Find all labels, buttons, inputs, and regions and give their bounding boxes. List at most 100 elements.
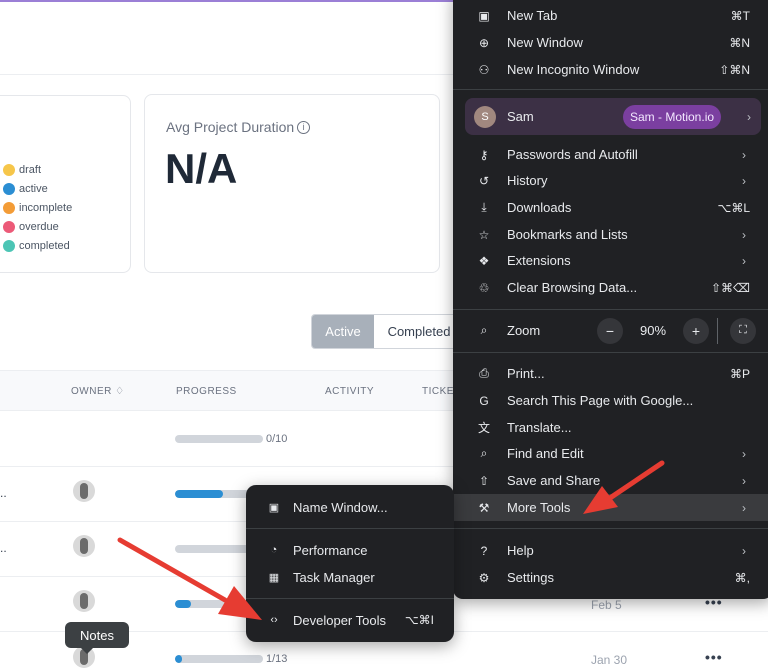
menu-item-search-google[interactable]: G Search This Page with Google... bbox=[453, 387, 768, 414]
zoom-divider bbox=[717, 317, 718, 344]
menu-item-label: Clear Browsing Data... bbox=[507, 280, 638, 295]
menu-item-label: Zoom bbox=[507, 323, 541, 338]
legend-dot-active bbox=[3, 182, 15, 195]
chevron-right-icon: › bbox=[747, 109, 751, 124]
chevron-right-icon: › bbox=[742, 173, 746, 188]
google-icon: G bbox=[479, 393, 489, 408]
chevron-right-icon: › bbox=[742, 446, 746, 461]
star-icon: ☆ bbox=[478, 227, 490, 242]
menu-item-find-edit[interactable]: ⌕ Find and Edit › bbox=[453, 440, 768, 467]
puzzle-icon: ❖ bbox=[478, 253, 490, 268]
menu-item-label: New Incognito Window bbox=[507, 62, 640, 77]
avg-duration-title: Avg Project Duration i bbox=[166, 119, 311, 135]
legend-item-active: active bbox=[3, 179, 72, 198]
progress-fill bbox=[175, 600, 191, 608]
submenu-item-task-manager[interactable]: ▦ Task Manager bbox=[246, 564, 454, 590]
download-icon: ⤓ bbox=[481, 200, 487, 214]
submenu-item-label: Task Manager bbox=[293, 569, 375, 585]
truncated-name: .. bbox=[0, 486, 7, 500]
profile-avatar: S bbox=[474, 105, 496, 128]
window-icon: ▣ bbox=[268, 501, 280, 514]
legend-label: active bbox=[19, 182, 48, 195]
legend-label: incomplete bbox=[19, 201, 73, 214]
menu-item-new-incognito-window[interactable]: ⚇ New Incognito Window ⇧⌘N bbox=[453, 56, 768, 83]
toolbox-icon: ⚒ bbox=[478, 500, 490, 515]
completed-filter-button[interactable]: Completed bbox=[374, 315, 464, 348]
menu-item-label: Settings bbox=[507, 570, 554, 585]
zoom-icon: ⌕ bbox=[480, 323, 488, 337]
submenu-item-performance[interactable]: ◔ Performance bbox=[246, 537, 454, 563]
menu-item-zoom: ⌕ Zoom − 90% + ⛶ bbox=[453, 317, 768, 344]
new-tab-icon: ▣ bbox=[478, 8, 490, 23]
menu-item-label: Downloads bbox=[507, 200, 572, 215]
avg-duration-title-text: Avg Project Duration bbox=[166, 119, 295, 135]
menu-item-shortcut: ⌘N bbox=[729, 35, 750, 50]
zoom-level: 90% bbox=[639, 323, 667, 338]
menu-item-new-window[interactable]: ⊕ New Window ⌘N bbox=[453, 29, 768, 56]
menu-item-label: New Window bbox=[507, 35, 583, 50]
progress-bar bbox=[175, 655, 263, 663]
menu-item-shortcut: ⌘P bbox=[729, 366, 750, 381]
owner-column-header[interactable]: OWNER ♢ bbox=[71, 386, 125, 397]
zoom-in-button[interactable]: + bbox=[683, 317, 709, 344]
legend-item-overdue: overdue bbox=[3, 217, 72, 236]
task-manager-icon: ▦ bbox=[268, 571, 280, 584]
menu-item-print[interactable]: ⎙ Print... ⌘P bbox=[453, 360, 768, 387]
progress-count: 1/13 bbox=[266, 653, 288, 665]
menu-item-settings[interactable]: ⚙ Settings ⌘, bbox=[453, 564, 768, 591]
find-icon: ⌕ bbox=[480, 446, 488, 460]
activity-column-header: ACTIVITY bbox=[325, 386, 375, 397]
menu-item-label: Passwords and Autofill bbox=[507, 147, 638, 162]
menu-item-downloads[interactable]: ⤓ Downloads ⌥⌘L bbox=[453, 194, 768, 221]
key-icon: ⚷ bbox=[479, 147, 489, 162]
legend-dot-completed bbox=[3, 239, 15, 252]
menu-item-label: Search This Page with Google... bbox=[507, 393, 694, 408]
menu-item-more-tools[interactable]: ⚒ More Tools › bbox=[453, 494, 768, 521]
submenu-item-developer-tools[interactable]: ‹› Developer Tools ⌥⌘I bbox=[246, 607, 454, 633]
submenu-item-label: Name Window... bbox=[293, 499, 388, 515]
menu-item-extensions[interactable]: ❖ Extensions › bbox=[453, 247, 768, 274]
gear-icon: ⚙ bbox=[478, 570, 490, 585]
submenu-item-name-window[interactable]: ▣ Name Window... bbox=[246, 494, 454, 520]
menu-item-bookmarks-lists[interactable]: ☆ Bookmarks and Lists › bbox=[453, 221, 768, 248]
fullscreen-icon[interactable]: ⛶ bbox=[730, 317, 756, 344]
menu-item-passwords-autofill[interactable]: ⚷ Passwords and Autofill › bbox=[453, 141, 768, 168]
row-more-icon[interactable]: ••• bbox=[705, 649, 723, 665]
menu-item-translate[interactable]: 文 Translate... bbox=[453, 414, 768, 441]
submenu-separator bbox=[246, 528, 454, 529]
notes-tooltip: Notes bbox=[65, 622, 129, 654]
menu-item-new-tab[interactable]: ▣ New Tab ⌘T bbox=[453, 2, 768, 29]
profile-row[interactable]: S Sam Sam - Motion.io › bbox=[465, 98, 761, 135]
legend-dot-incomplete bbox=[3, 201, 15, 214]
active-filter-button[interactable]: Active bbox=[312, 315, 374, 348]
zoom-controls: − 90% + bbox=[597, 317, 709, 344]
menu-item-help[interactable]: ? Help › bbox=[453, 537, 768, 564]
legend-item-completed: completed bbox=[3, 236, 72, 255]
info-icon[interactable]: i bbox=[297, 120, 311, 134]
profile-badge: Sam - Motion.io bbox=[623, 104, 722, 129]
more-tools-submenu: ▣ Name Window... ◔ Performance ▦ Task Ma… bbox=[246, 485, 454, 642]
status-legend: draft active incomplete overdue complete… bbox=[3, 160, 72, 255]
menu-item-clear-browsing-data[interactable]: ♲ Clear Browsing Data... ⇧⌘⌫ bbox=[453, 274, 768, 301]
progress-fill bbox=[175, 655, 183, 663]
menu-item-history[interactable]: ↺ History › bbox=[453, 167, 768, 194]
menu-item-label: Translate... bbox=[507, 420, 572, 435]
owner-avatar bbox=[73, 590, 95, 612]
incognito-icon: ⚇ bbox=[478, 62, 490, 77]
header-divider bbox=[0, 74, 460, 75]
menu-item-shortcut: ⇧⌘N bbox=[719, 62, 750, 77]
menu-item-save-share[interactable]: ⇧ Save and Share › bbox=[453, 467, 768, 494]
avg-duration-card: Avg Project Duration i N/A bbox=[144, 94, 440, 273]
legend-label: completed bbox=[19, 239, 70, 252]
owner-avatar bbox=[73, 480, 95, 502]
chrome-main-menu: ▣ New Tab ⌘T ⊕ New Window ⌘N ⚇ New Incog… bbox=[453, 0, 768, 599]
zoom-out-button[interactable]: − bbox=[597, 317, 623, 344]
legend-item-draft: draft bbox=[3, 160, 72, 179]
menu-separator bbox=[453, 89, 768, 90]
menu-item-label: More Tools bbox=[507, 500, 571, 515]
menu-item-label: Extensions bbox=[507, 253, 571, 268]
menu-item-label: Find and Edit bbox=[507, 446, 584, 461]
progress-fill bbox=[175, 490, 224, 498]
progress-column-header: PROGRESS bbox=[176, 386, 237, 397]
performance-gauge-icon: ◔ bbox=[270, 544, 278, 556]
